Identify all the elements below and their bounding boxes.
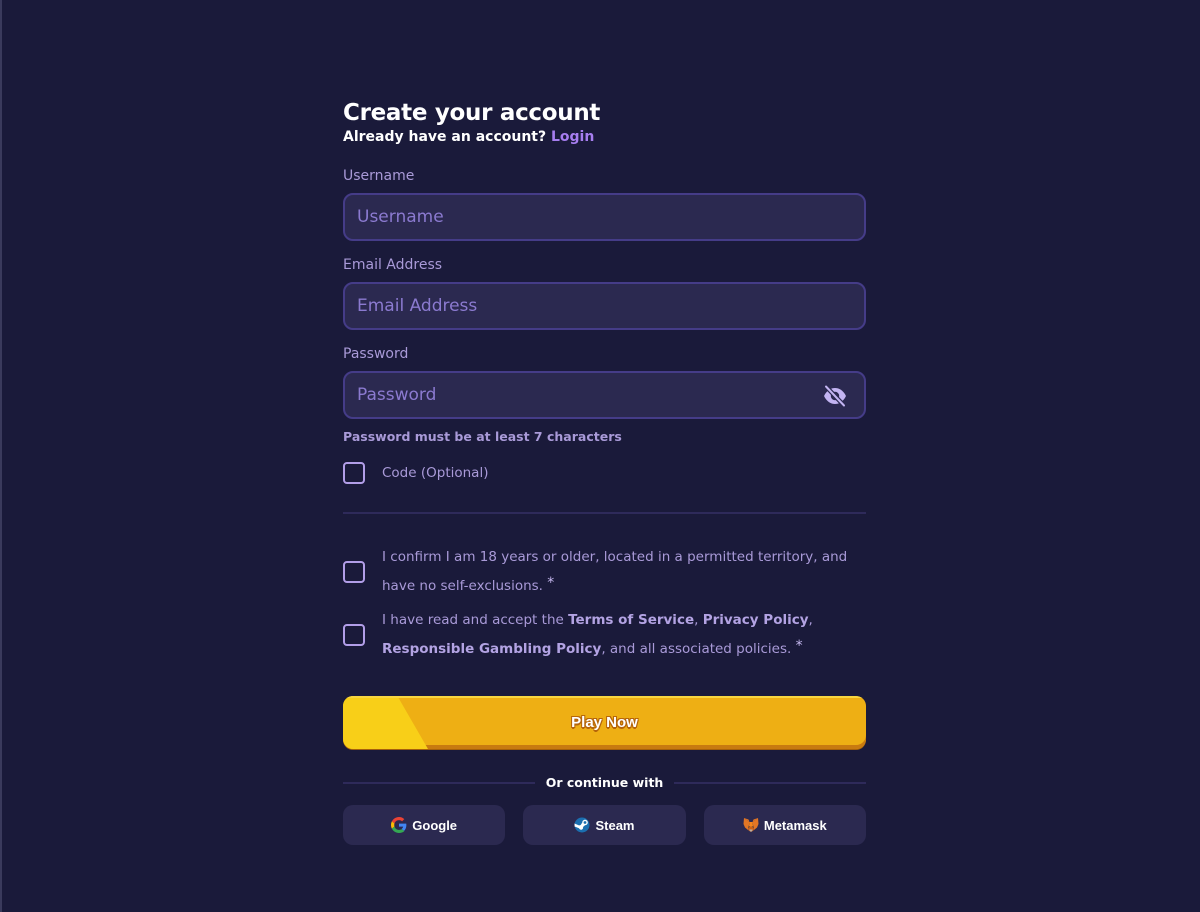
page-title: Create your account <box>343 100 601 126</box>
age-confirm-label: I confirm I am 18 years or older, locate… <box>382 544 866 599</box>
signup-form: Create your account Already have an acco… <box>343 98 867 845</box>
code-option: Code (Optional) <box>343 460 866 486</box>
login-prompt: Already have an account? Login <box>343 127 866 147</box>
social-divider: Or continue with <box>343 775 867 790</box>
login-link[interactable]: Login <box>551 129 594 145</box>
policies-option: I have read and accept the Terms of Serv… <box>343 607 866 662</box>
google-icon <box>391 817 407 833</box>
divider-line <box>674 781 867 784</box>
steam-label: Steam <box>595 817 635 833</box>
policies-suffix: , and all associated policies. <box>601 641 792 657</box>
password-label: Password <box>343 346 409 362</box>
divider-line <box>343 781 535 784</box>
terms-of-service-link[interactable]: Terms of Service <box>568 612 694 628</box>
play-now-button[interactable]: Play Now <box>343 696 866 749</box>
section-divider <box>343 512 866 514</box>
google-label: Google <box>412 817 458 833</box>
password-field-wrapper <box>343 371 866 419</box>
responsible-gambling-link[interactable]: Responsible Gambling Policy <box>382 641 601 657</box>
username-field-wrapper <box>343 193 866 241</box>
age-confirm-option: I confirm I am 18 years or older, locate… <box>343 544 866 599</box>
metamask-label: Metamask <box>763 817 827 833</box>
email-field-wrapper <box>343 282 866 330</box>
metamask-login-button[interactable]: Metamask <box>703 805 866 845</box>
email-input[interactable] <box>345 284 864 328</box>
code-checkbox[interactable] <box>343 462 365 484</box>
password-hint: Password must be at least 7 characters <box>343 429 622 444</box>
separator: , <box>808 612 813 628</box>
required-mark: * <box>547 575 555 591</box>
privacy-policy-link[interactable]: Privacy Policy <box>703 612 809 628</box>
age-confirm-checkbox[interactable] <box>343 560 365 583</box>
button-shine <box>343 696 428 749</box>
social-divider-text: Or continue with <box>545 775 664 790</box>
play-now-label: Play Now <box>571 714 638 731</box>
toggle-password-visibility-button[interactable] <box>822 384 848 408</box>
google-login-button[interactable]: Google <box>343 805 506 845</box>
social-login-buttons: Google Steam Metamask <box>343 805 866 845</box>
separator: , <box>694 612 703 628</box>
steam-icon <box>574 817 590 833</box>
age-confirm-text: I confirm I am 18 years or older, locate… <box>382 549 848 594</box>
required-mark: * <box>795 638 803 654</box>
policies-checkbox[interactable] <box>343 623 365 646</box>
code-label: Code (Optional) <box>382 465 489 481</box>
eye-off-icon <box>823 385 847 407</box>
policies-prefix: I have read and accept the <box>382 612 569 628</box>
email-label: Email Address <box>343 257 443 273</box>
metamask-icon <box>743 817 759 833</box>
steam-login-button[interactable]: Steam <box>523 805 686 845</box>
username-input[interactable] <box>345 195 864 239</box>
username-label: Username <box>343 168 415 184</box>
button-highlight <box>343 696 866 698</box>
policies-label: I have read and accept the Terms of Serv… <box>382 607 866 662</box>
password-input[interactable] <box>345 373 864 417</box>
login-prompt-text: Already have an account? <box>343 129 547 145</box>
